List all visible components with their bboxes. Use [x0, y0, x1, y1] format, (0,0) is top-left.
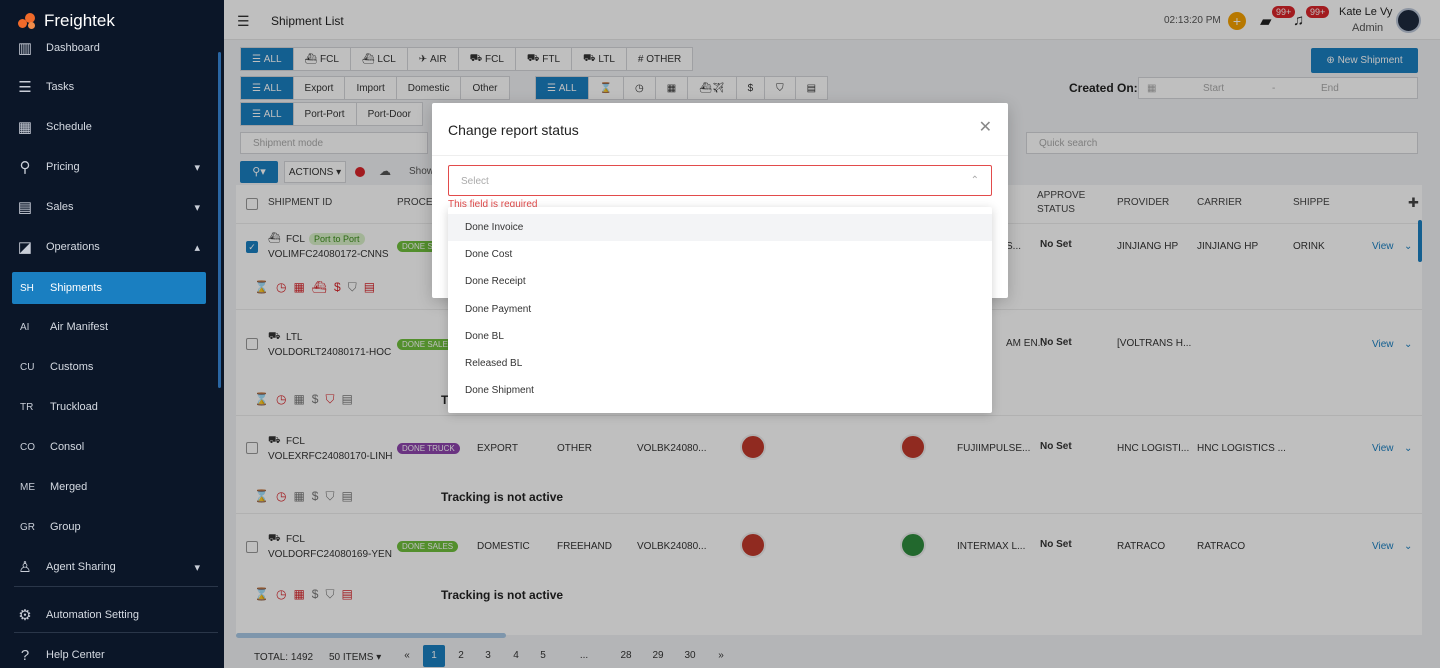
sidebar-sub-abbr: TR [20, 401, 34, 413]
app: Freightek ▥ Dashboard ☰ Tasks ▦ Schedule… [0, 0, 1440, 668]
sidebar-item-agent-sharing[interactable]: ♙ Agent Sharing ▾ [14, 551, 210, 583]
chevron-up-icon: ▴ [194, 241, 200, 254]
sidebar-sub-label: Consol [50, 441, 85, 453]
sidebar-item-schedule[interactable]: ▦ Schedule [14, 111, 210, 143]
tasks-icon: ☰ [18, 79, 32, 96]
close-icon[interactable]: ✕ [979, 117, 992, 137]
chevron-up-icon: ⌃ [970, 175, 979, 186]
sidebar-item-label: Agent Sharing [46, 561, 116, 573]
option-done-invoice[interactable]: Done Invoice [448, 214, 992, 241]
sidebar-item-label: Sales [46, 201, 74, 213]
help-icon: ? [20, 646, 30, 664]
option-released-bl[interactable]: Released BL [448, 350, 992, 377]
select-placeholder: Select [461, 176, 489, 187]
modal-title: Change report status [448, 122, 579, 138]
sidebar-sub-shipments[interactable]: SH Shipments [12, 272, 206, 304]
sidebar-item-label: Operations [46, 241, 100, 253]
sidebar-sub-abbr: ME [20, 481, 35, 493]
sidebar-item-help-center[interactable]: ? Help Center [14, 639, 210, 668]
sales-icon: ▤ [17, 199, 33, 216]
sidebar-item-label: Automation Setting [46, 609, 139, 621]
dashboard-icon: ▥ [17, 40, 33, 57]
sidebar-item-operations[interactable]: ◪ Operations ▴ [14, 231, 210, 263]
sidebar-divider [14, 586, 218, 587]
option-done-payment[interactable]: Done Payment [448, 296, 992, 323]
operations-icon: ◪ [17, 239, 33, 256]
sidebar-sub-label: Customs [50, 361, 94, 373]
sidebar-sub-label: Merged [50, 481, 88, 493]
sidebar-sub-label: Group [50, 521, 81, 533]
sidebar-sub-truckload[interactable]: TR Truckload [12, 391, 206, 423]
sidebar-sub-abbr: GR [20, 521, 35, 533]
sidebar-item-label: Tasks [46, 81, 75, 93]
sidebar-sub-abbr: SH [20, 282, 34, 294]
sidebar-sub-label: Shipments [50, 282, 102, 294]
sidebar-sub-label: Truckload [50, 401, 98, 413]
agent-sharing-icon: ♙ [18, 559, 32, 576]
sidebar-item-dashboard[interactable]: ▥ Dashboard [14, 32, 210, 64]
chevron-down-icon: ▾ [194, 161, 200, 174]
modal-divider [432, 155, 1008, 156]
report-status-dropdown: Done Invoice Done Cost Done Receipt Done… [448, 207, 992, 413]
sidebar-scrollbar[interactable] [218, 52, 221, 388]
option-done-cost[interactable]: Done Cost [448, 241, 992, 268]
option-done-receipt[interactable]: Done Receipt [448, 268, 992, 295]
sidebar-sub-abbr: CU [20, 361, 35, 373]
report-status-select[interactable]: Select ⌃ [448, 165, 992, 196]
sidebar-item-label: Dashboard [46, 42, 100, 54]
sidebar-sub-merged[interactable]: ME Merged [12, 471, 206, 503]
brand-name: Freightek [44, 11, 115, 30]
sidebar-item-pricing[interactable]: ⚲ Pricing ▾ [14, 151, 210, 183]
sidebar-sub-abbr: AI [20, 321, 30, 333]
sidebar-item-automation-setting[interactable]: ⚙ Automation Setting [14, 599, 210, 631]
sidebar-item-tasks[interactable]: ☰ Tasks [14, 71, 210, 103]
sidebar-sub-air-manifest[interactable]: AI Air Manifest [12, 311, 206, 343]
sidebar-item-label: Help Center [46, 649, 105, 661]
sidebar-sub-customs[interactable]: CU Customs [12, 351, 206, 383]
brand-logo[interactable]: Freightek [18, 10, 115, 32]
sidebar-item-label: Schedule [46, 121, 92, 133]
sidebar-item-label: Pricing [46, 161, 80, 173]
sidebar-sub-consol[interactable]: CO Consol [12, 431, 206, 463]
sidebar-sub-label: Air Manifest [50, 321, 109, 333]
sidebar-divider [14, 632, 218, 633]
freightek-logo-icon [18, 11, 38, 31]
sidebar: Freightek ▥ Dashboard ☰ Tasks ▦ Schedule… [0, 0, 224, 668]
chevron-down-icon: ▾ [194, 201, 200, 214]
pricing-icon: ⚲ [19, 159, 31, 176]
option-done-bl[interactable]: Done BL [448, 323, 992, 350]
sidebar-sub-group[interactable]: GR Group [12, 511, 206, 543]
chevron-down-icon: ▾ [194, 561, 200, 574]
gear-icon: ⚙ [18, 607, 32, 624]
sidebar-item-sales[interactable]: ▤ Sales ▾ [14, 191, 210, 223]
calendar-icon: ▦ [17, 119, 33, 136]
option-done-shipment[interactable]: Done Shipment [448, 377, 992, 404]
sidebar-sub-abbr: CO [20, 441, 35, 453]
